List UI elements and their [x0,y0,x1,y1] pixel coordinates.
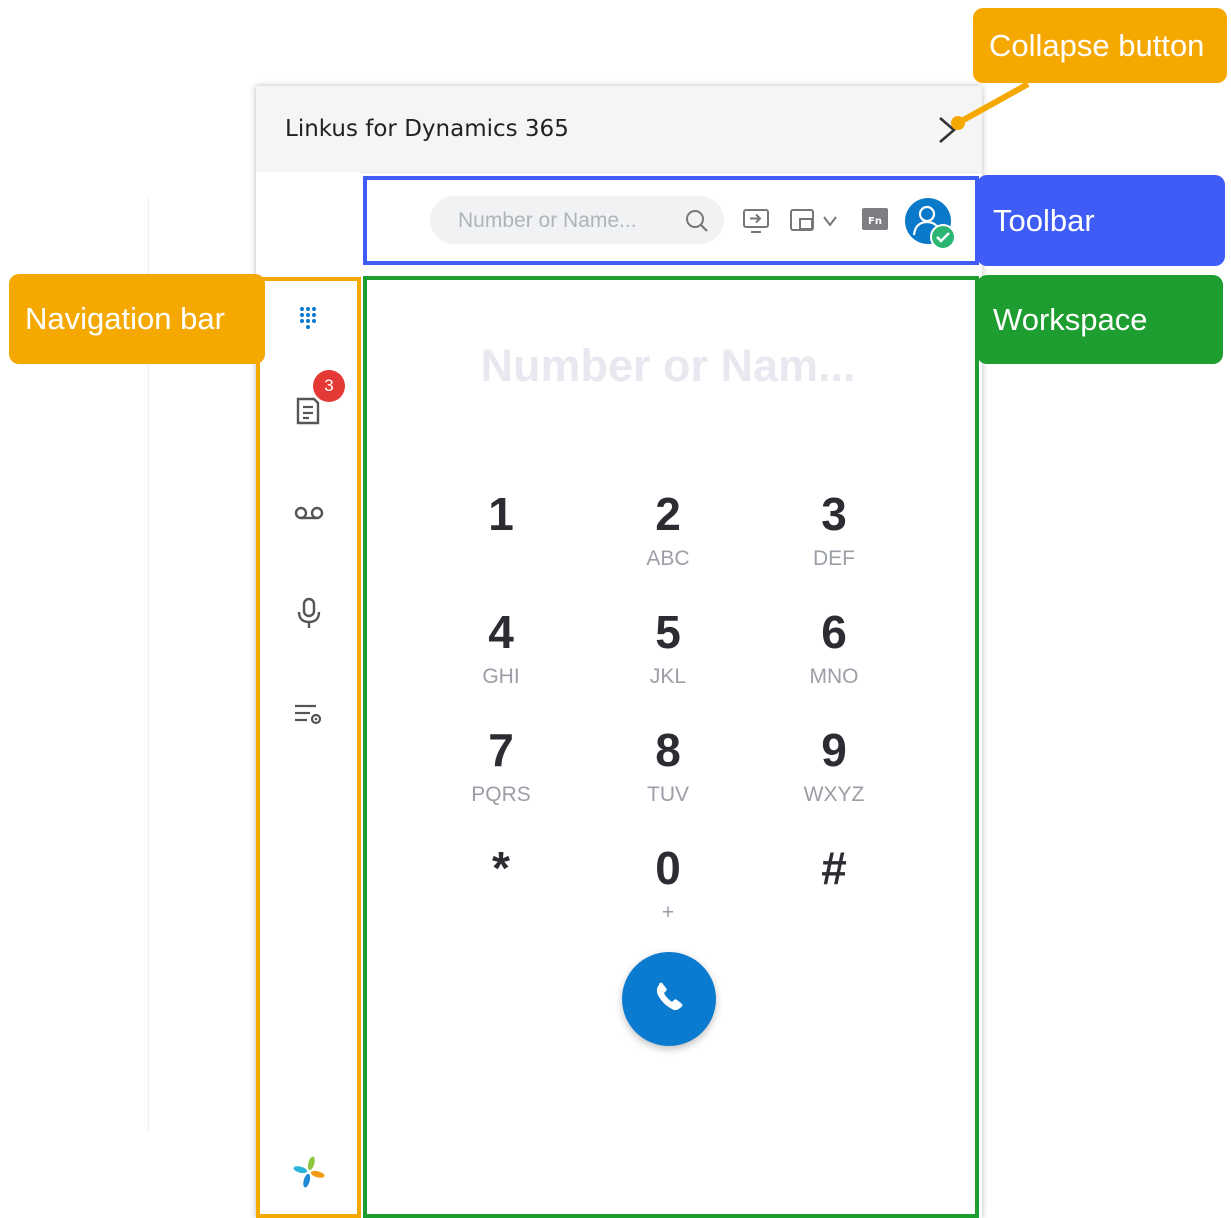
annotation-toolbar: Toolbar [977,175,1225,266]
toolbar-highlight [363,176,979,265]
annotation-navigation-bar: Navigation bar [9,274,265,364]
navigation-bar-highlight [256,277,361,1218]
annotation-workspace: Workspace [977,275,1223,364]
panel-header: Linkus for Dynamics 365 [256,86,982,173]
workspace-highlight [363,276,979,1218]
annotation-leader-line [951,81,1030,130]
app-title: Linkus for Dynamics 365 [285,116,569,142]
annotation-collapse-button: Collapse button [973,8,1227,83]
